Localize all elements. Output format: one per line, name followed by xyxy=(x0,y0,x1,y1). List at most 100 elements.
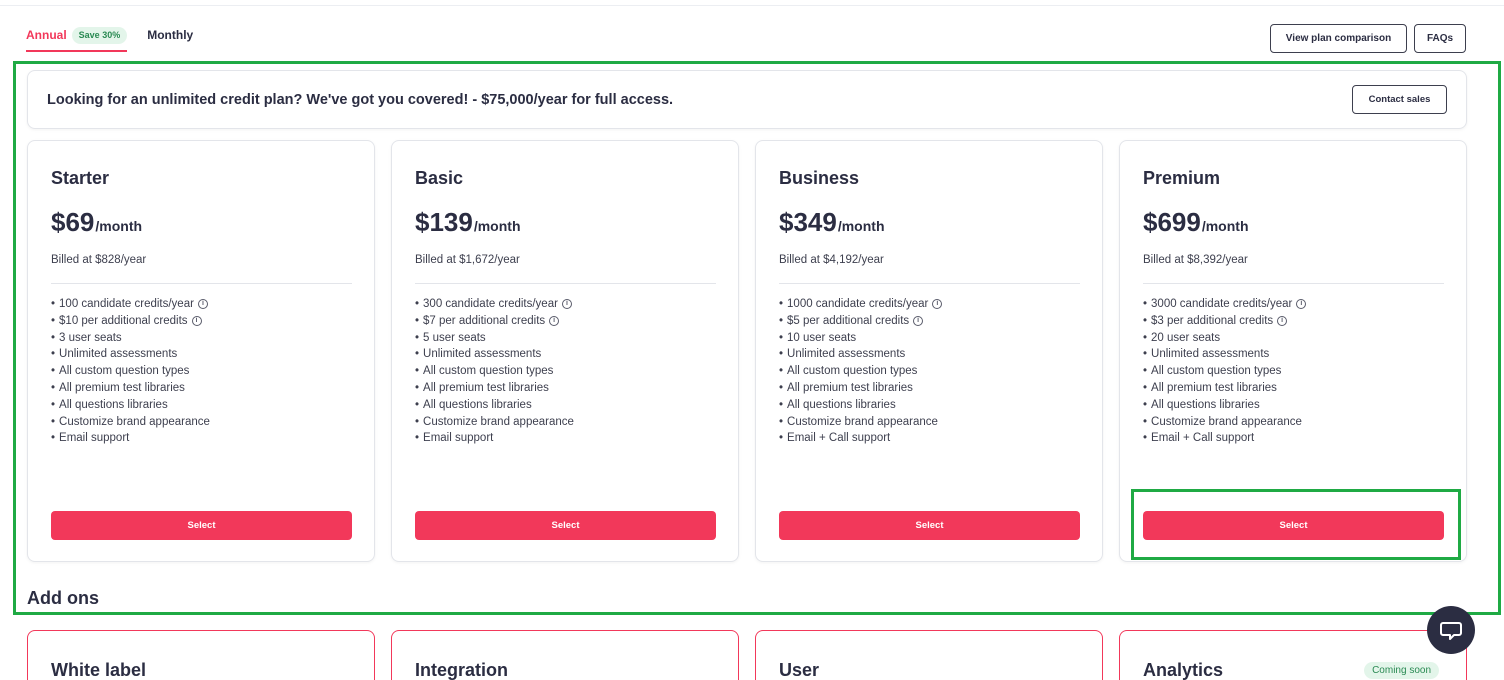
info-circle-icon[interactable]: i xyxy=(191,316,202,327)
plan-price: $699 /month xyxy=(1143,207,1249,238)
plan-divider xyxy=(51,283,352,284)
feature-text: All premium test libraries xyxy=(787,381,913,394)
tab-annual[interactable]: Annual Save 30% xyxy=(26,26,128,52)
top-divider xyxy=(0,5,1504,6)
feature-item: Customize brand appearance xyxy=(415,414,574,431)
contact-sales-button[interactable]: Contact sales xyxy=(1352,85,1447,114)
info-circle-icon[interactable]: i xyxy=(1296,299,1307,310)
addons-title: Add ons xyxy=(27,588,99,608)
feature-item: $7 per additional creditsi xyxy=(415,313,574,330)
faqs-button[interactable]: FAQs xyxy=(1414,24,1466,53)
feature-item: Email support xyxy=(51,430,210,447)
feature-text: Email + Call support xyxy=(787,432,891,445)
feature-text: 10 user seats xyxy=(787,331,857,344)
plan-card-premium: Premium $699 /month Billed at $8,392/yea… xyxy=(1119,140,1467,562)
feature-item: 300 candidate credits/yeari xyxy=(415,296,574,313)
feature-text: 3000 candidate credits/year xyxy=(1151,298,1293,310)
info-circle-icon[interactable]: i xyxy=(549,316,560,327)
plan-price: $139 /month xyxy=(415,207,521,238)
feature-text: Customize brand appearance xyxy=(1151,415,1302,428)
feature-item: $10 per additional creditsi xyxy=(51,313,210,330)
feature-list: 100 candidate credits/yeari$10 per addit… xyxy=(51,296,210,447)
billing-period-tabs: Annual Save 30% Monthly xyxy=(26,26,193,52)
price-period: /month xyxy=(837,218,885,234)
feature-text: Unlimited assessments xyxy=(1151,348,1270,361)
chat-bubble-icon xyxy=(1440,622,1462,640)
feature-text: All premium test libraries xyxy=(59,381,185,394)
feature-item: $3 per additional creditsi xyxy=(1143,313,1306,330)
addon-card-user[interactable]: User xyxy=(755,630,1103,680)
addon-card-white-label[interactable]: White label xyxy=(27,630,375,680)
plan-divider xyxy=(1143,283,1444,284)
feature-text: 20 user seats xyxy=(1151,331,1221,344)
plan-divider xyxy=(415,283,716,284)
plan-name: Starter xyxy=(51,168,110,188)
feature-item: All questions libraries xyxy=(1143,397,1306,414)
feature-text: All custom question types xyxy=(1151,365,1282,378)
price-amount: $139 xyxy=(415,207,473,237)
feature-text: Unlimited assessments xyxy=(423,348,542,361)
feature-text: 300 candidate credits/year xyxy=(423,298,558,310)
view-plan-comparison-button[interactable]: View plan comparison xyxy=(1270,24,1407,53)
addon-name: Analytics xyxy=(1143,660,1224,680)
feature-text: $7 per additional credits xyxy=(423,314,546,327)
info-circle-icon[interactable]: i xyxy=(197,299,208,310)
feature-item: Email support xyxy=(415,430,574,447)
feature-text: All questions libraries xyxy=(1151,398,1260,411)
banner-text: Looking for an unlimited credit plan? We… xyxy=(47,91,674,108)
feature-item: All premium test libraries xyxy=(51,380,210,397)
tab-annual-label: Annual xyxy=(26,28,67,42)
info-circle-icon[interactable]: i xyxy=(932,299,943,310)
feature-list: 3000 candidate credits/yeari$3 per addit… xyxy=(1143,296,1307,447)
top-actions: View plan comparison FAQs xyxy=(1270,24,1466,53)
feature-text: All custom question types xyxy=(59,365,190,378)
price-amount: $69 xyxy=(51,207,95,237)
feature-item: Unlimited assessments xyxy=(415,346,574,363)
select-business-button[interactable]: Select xyxy=(779,511,1080,540)
feature-item: All premium test libraries xyxy=(415,380,574,397)
feature-item: Email + Call support xyxy=(779,430,942,447)
plan-card-business: Business $349 /month Billed at $4,192/ye… xyxy=(755,140,1103,562)
feature-item: Unlimited assessments xyxy=(779,346,942,363)
plan-name: Premium xyxy=(1143,168,1221,188)
plan-price: $69 /month xyxy=(51,207,142,238)
feature-item: 1000 candidate credits/yeari xyxy=(779,296,943,313)
feature-item: 3 user seats xyxy=(51,330,210,347)
info-circle-icon[interactable]: i xyxy=(561,299,572,310)
chat-support-button[interactable] xyxy=(1427,606,1475,654)
feature-text: $10 per additional credits xyxy=(59,314,188,327)
addon-card-integration[interactable]: Integration xyxy=(391,630,739,680)
feature-text: All questions libraries xyxy=(423,398,532,411)
tab-monthly[interactable]: Monthly xyxy=(147,26,193,44)
select-premium-button[interactable]: Select xyxy=(1143,511,1444,540)
feature-item: All custom question types xyxy=(779,363,942,380)
feature-text: Customize brand appearance xyxy=(787,415,938,428)
info-circle-icon[interactable]: i xyxy=(913,316,924,327)
feature-text: 1000 candidate credits/year xyxy=(787,298,929,310)
feature-text: Customize brand appearance xyxy=(423,415,574,428)
billed-note: Billed at $1,672/year xyxy=(415,254,520,266)
feature-item: All custom question types xyxy=(415,363,574,380)
select-basic-button[interactable]: Select xyxy=(415,511,716,540)
feature-item: Unlimited assessments xyxy=(51,346,210,363)
billed-note: Billed at $828/year xyxy=(51,254,147,266)
addon-name: White label xyxy=(51,660,147,680)
plan-name: Business xyxy=(779,168,860,188)
feature-text: Unlimited assessments xyxy=(59,348,178,361)
feature-item: 100 candidate credits/yeari xyxy=(51,296,210,313)
select-starter-button[interactable]: Select xyxy=(51,511,352,540)
addon-name: Integration xyxy=(415,660,508,680)
feature-item: Customize brand appearance xyxy=(779,414,942,431)
info-circle-icon[interactable]: i xyxy=(1277,316,1288,327)
feature-list: 300 candidate credits/yeari$7 per additi… xyxy=(415,296,574,447)
feature-text: Customize brand appearance xyxy=(59,415,210,428)
feature-item: 20 user seats xyxy=(1143,330,1306,347)
feature-text: Email support xyxy=(423,432,494,445)
feature-item: 10 user seats xyxy=(779,330,942,347)
price-period: /month xyxy=(95,218,143,234)
addon-name: User xyxy=(779,660,820,680)
feature-item: All custom question types xyxy=(51,363,210,380)
addon-card-analytics[interactable]: Analytics Coming soon xyxy=(1119,630,1467,680)
feature-text: Email + Call support xyxy=(1151,432,1255,445)
feature-text: Email support xyxy=(59,432,130,445)
